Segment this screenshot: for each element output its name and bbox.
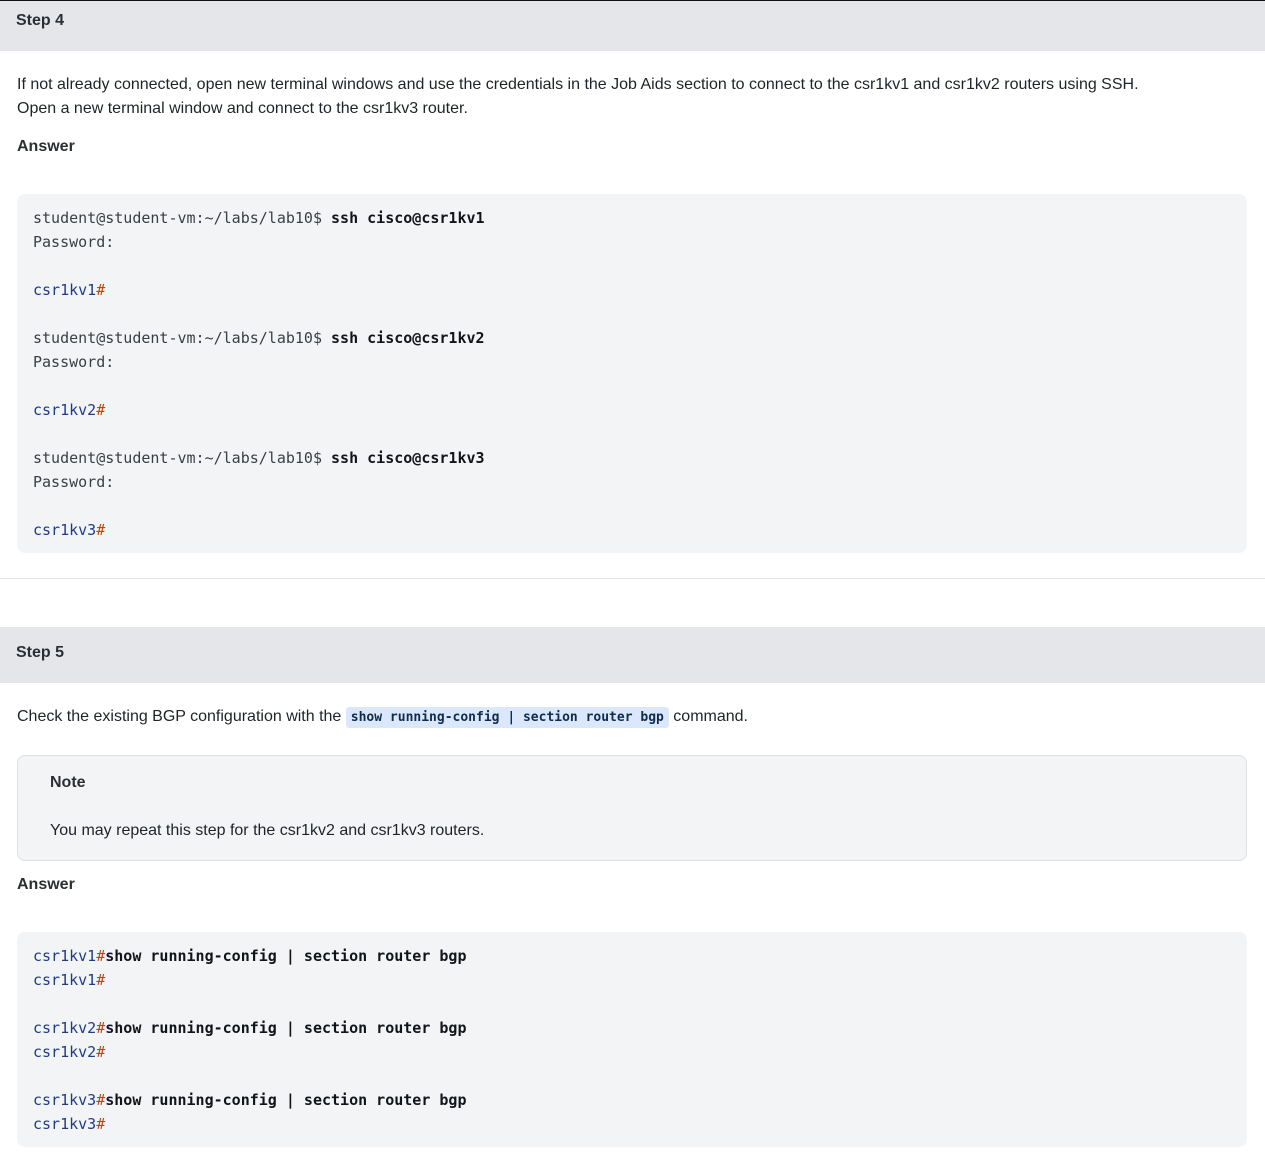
step4-header: Step 4 bbox=[0, 1, 1265, 51]
router-prompt-hash: # bbox=[96, 281, 106, 299]
step5-title: Step 5 bbox=[16, 644, 65, 661]
router-hostname: csr1kv3 bbox=[33, 521, 97, 539]
code-line: csr1kv2#show running-config | section ro… bbox=[33, 1016, 1231, 1040]
code-line: Password: bbox=[33, 353, 115, 371]
router-hostname: csr1kv2 bbox=[33, 1019, 97, 1037]
router-hostname: csr1kv3 bbox=[33, 1091, 97, 1109]
shell-prompt: student@student-vm:~/labs/lab10$ bbox=[33, 209, 332, 227]
router-prompt-hash: # bbox=[96, 947, 106, 965]
step4-code-block: student@student-vm:~/labs/lab10$ ssh cis… bbox=[17, 194, 1247, 553]
inline-command-code: show running-config | section router bgp bbox=[345, 707, 669, 728]
section-divider bbox=[0, 578, 1265, 579]
shell-prompt: student@student-vm:~/labs/lab10$ bbox=[33, 329, 332, 347]
command-text: ssh cisco@csr1kv3 bbox=[331, 449, 485, 467]
router-prompt-hash: # bbox=[96, 1043, 106, 1061]
step5-answer-label: Answer bbox=[17, 876, 75, 893]
router-prompt-hash: # bbox=[96, 1019, 106, 1037]
router-hostname: csr1kv1 bbox=[33, 971, 97, 989]
router-prompt-hash: # bbox=[96, 1091, 106, 1109]
step5-instruction-after: command. bbox=[668, 708, 748, 725]
router-hostname: csr1kv2 bbox=[33, 1043, 97, 1061]
step5-header: Step 5 bbox=[0, 627, 1265, 683]
step4-title: Step 4 bbox=[16, 12, 65, 29]
step4-instructions: If not already connected, open new termi… bbox=[17, 73, 1242, 121]
code-line: csr1kv2# bbox=[33, 1040, 1231, 1064]
step4-instruction-line2: Open a new terminal window and connect t… bbox=[17, 100, 468, 117]
router-hostname: csr1kv2 bbox=[33, 401, 97, 419]
code-line: csr1kv1# bbox=[33, 278, 1231, 302]
note-text: You may repeat this step for the csr1kv2… bbox=[50, 822, 485, 839]
command-text: ssh cisco@csr1kv1 bbox=[331, 209, 485, 227]
code-line: csr1kv3# bbox=[33, 518, 1231, 542]
command-text: show running-config | section router bgp bbox=[105, 1091, 467, 1109]
shell-prompt: student@student-vm:~/labs/lab10$ bbox=[33, 449, 332, 467]
router-hostname: csr1kv3 bbox=[33, 1115, 97, 1133]
note-callout: Note You may repeat this step for the cs… bbox=[17, 755, 1247, 861]
code-line: student@student-vm:~/labs/lab10$ ssh cis… bbox=[33, 206, 1231, 230]
code-line: Password: bbox=[33, 233, 115, 251]
code-line: csr1kv1# bbox=[33, 968, 1231, 992]
code-line: student@student-vm:~/labs/lab10$ ssh cis… bbox=[33, 446, 1231, 470]
code-line: Password: bbox=[33, 473, 115, 491]
command-text: ssh cisco@csr1kv2 bbox=[331, 329, 485, 347]
command-text: show running-config | section router bgp bbox=[105, 1019, 467, 1037]
step4-answer-label: Answer bbox=[17, 138, 75, 155]
code-line: csr1kv3#show running-config | section ro… bbox=[33, 1088, 1231, 1112]
router-prompt-hash: # bbox=[96, 401, 106, 419]
router-prompt-hash: # bbox=[96, 971, 106, 989]
code-line: csr1kv1#show running-config | section ro… bbox=[33, 944, 1231, 968]
note-title: Note bbox=[50, 774, 86, 791]
router-hostname: csr1kv1 bbox=[33, 281, 97, 299]
step4-instruction-line1: If not already connected, open new termi… bbox=[17, 76, 1139, 93]
step5-instruction-before: Check the existing BGP configuration wit… bbox=[17, 708, 346, 725]
router-prompt-hash: # bbox=[96, 1115, 106, 1133]
router-prompt-hash: # bbox=[96, 521, 106, 539]
step5-instruction: Check the existing BGP configuration wit… bbox=[17, 705, 1242, 730]
router-hostname: csr1kv1 bbox=[33, 947, 97, 965]
step5-code-block: csr1kv1#show running-config | section ro… bbox=[17, 932, 1247, 1147]
code-line: student@student-vm:~/labs/lab10$ ssh cis… bbox=[33, 326, 1231, 350]
code-line: csr1kv3# bbox=[33, 1112, 1231, 1136]
code-line: csr1kv2# bbox=[33, 398, 1231, 422]
command-text: show running-config | section router bgp bbox=[105, 947, 467, 965]
